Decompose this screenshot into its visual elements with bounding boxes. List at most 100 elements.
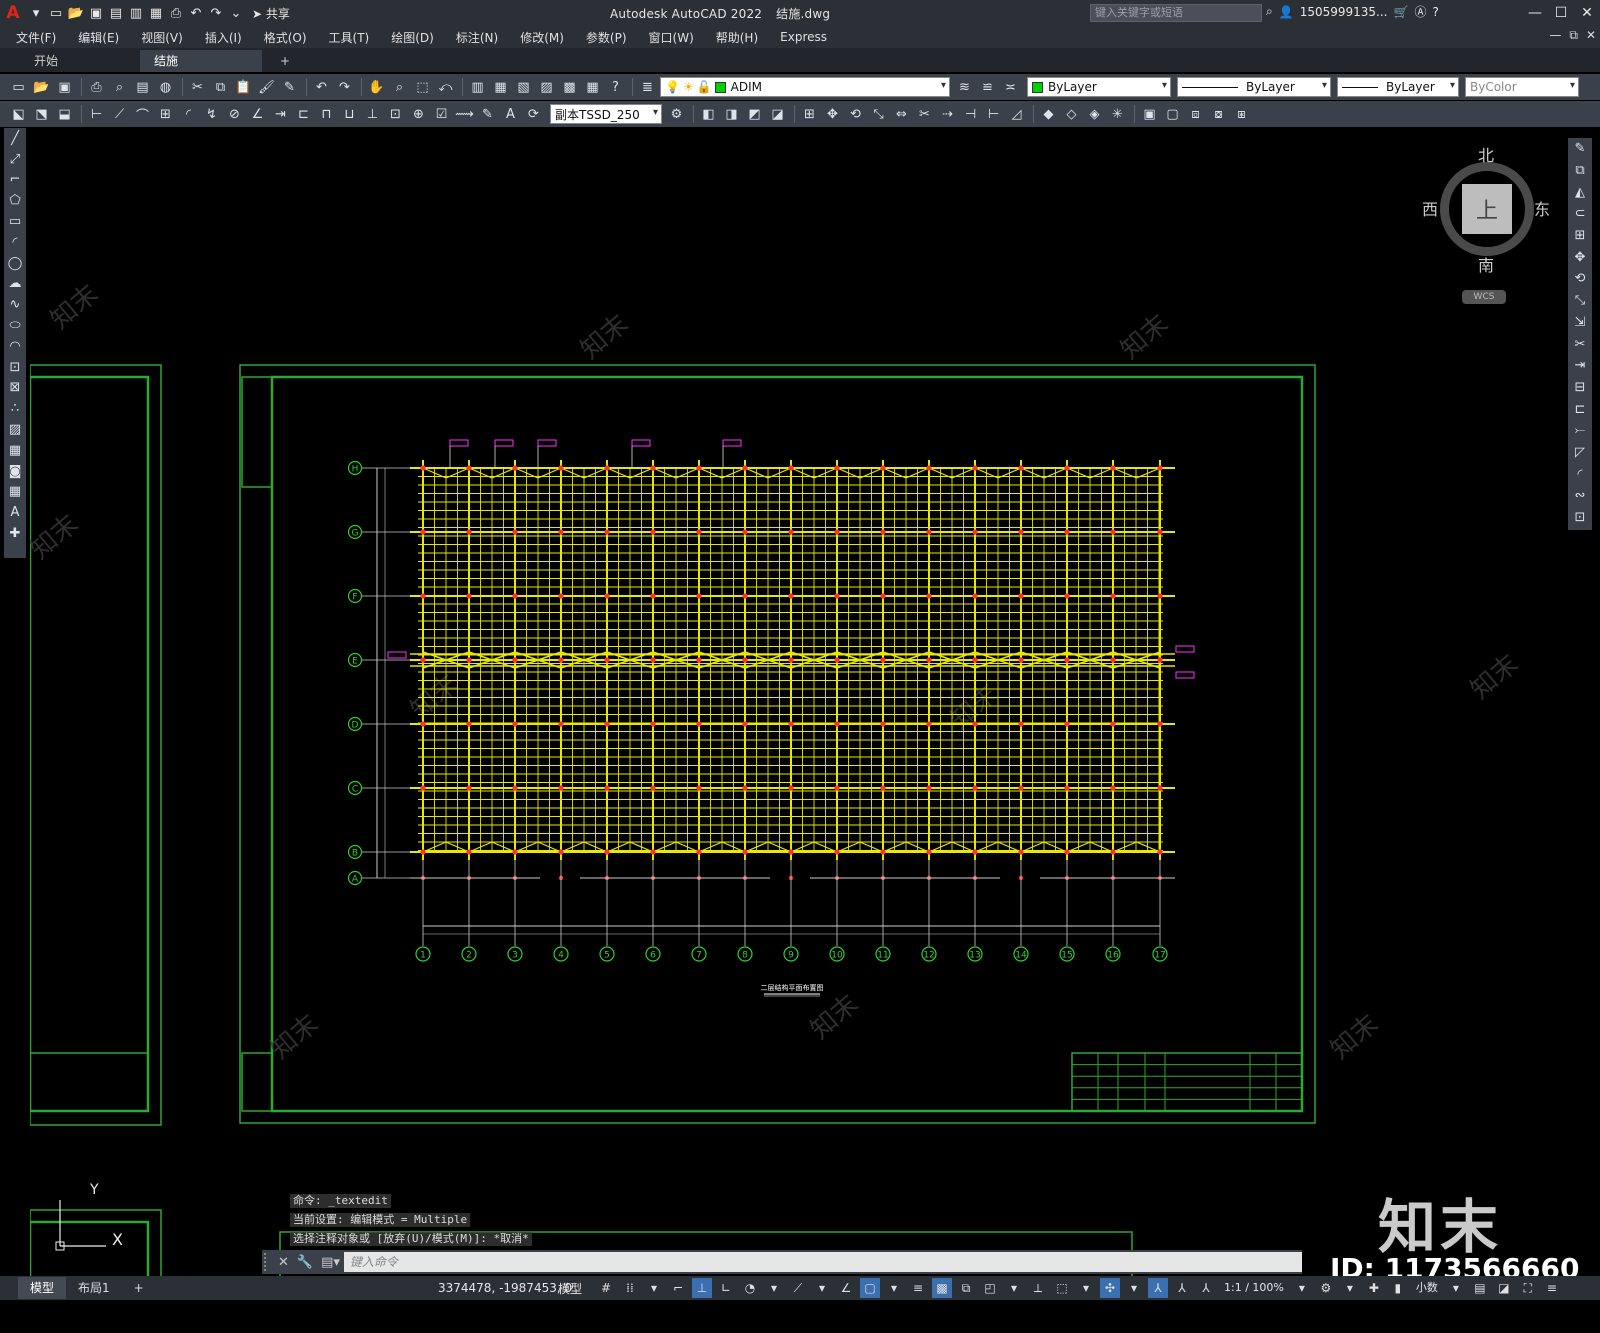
tolerance-icon[interactable]: ⊡ bbox=[385, 104, 406, 124]
offset-icon[interactable]: ◪ bbox=[767, 104, 788, 124]
zoom-window-icon[interactable]: ⬚ bbox=[412, 77, 433, 97]
share-button[interactable]: ➤ 共享 bbox=[252, 5, 290, 22]
graphics-performance-icon[interactable]: ◪ bbox=[1494, 1278, 1514, 1298]
open-file-icon[interactable]: 📂 bbox=[66, 3, 86, 23]
ortho-icon[interactable]: ∟ bbox=[716, 1278, 736, 1298]
gradient-icon[interactable]: ▦ bbox=[4, 440, 26, 461]
table-icon[interactable]: ▦ bbox=[4, 482, 26, 503]
solid-union-icon[interactable]: ◆ bbox=[1038, 104, 1059, 124]
selection-cycling-icon[interactable]: ⧉ bbox=[956, 1278, 976, 1298]
annotation-visibility-icon[interactable]: ⅄ bbox=[1148, 1278, 1168, 1298]
center-mark-icon[interactable]: ⊕ bbox=[408, 104, 429, 124]
erase-icon[interactable]: ◧ bbox=[698, 104, 719, 124]
dynamic-input-icon[interactable]: ⊥ bbox=[692, 1278, 712, 1298]
minimize-icon[interactable]: — bbox=[1522, 0, 1548, 26]
tab-start[interactable]: 开始 bbox=[20, 50, 72, 72]
hatch-back-icon[interactable]: ⧆ bbox=[1231, 104, 1252, 124]
chevron-down-icon[interactable]: ▾ bbox=[764, 1278, 784, 1298]
paste-icon[interactable]: 📋 bbox=[233, 77, 254, 97]
doc-close-icon[interactable]: ✕ bbox=[1586, 28, 1596, 43]
menu-dimension[interactable]: 标注(N) bbox=[456, 29, 498, 46]
doc-minimize-icon[interactable]: — bbox=[1549, 28, 1561, 43]
move-icon[interactable]: ✥ bbox=[822, 104, 843, 124]
autodesk-a360-icon[interactable]: Ⓐ bbox=[1414, 3, 1426, 20]
command-input[interactable]: 键入命令 bbox=[343, 1252, 1302, 1272]
draworder-icon[interactable]: ⧈ bbox=[1185, 104, 1206, 124]
line-icon[interactable]: ╱ bbox=[4, 128, 26, 149]
compass-east[interactable]: 东 bbox=[1534, 196, 1550, 220]
radius-icon[interactable]: ◜ bbox=[178, 104, 199, 124]
dim-space-icon[interactable]: ⊔ bbox=[339, 104, 360, 124]
search-icon[interactable]: ⌕ bbox=[1266, 4, 1273, 19]
help-search-input[interactable]: 键入关键字或短语 bbox=[1090, 4, 1262, 22]
dim-break-icon[interactable]: ⊥ bbox=[362, 104, 383, 124]
lineweight-dropdown[interactable]: ByLayer ▾ bbox=[1337, 77, 1459, 97]
cut-icon[interactable]: ✂ bbox=[187, 77, 208, 97]
annotation-scale-icon[interactable]: ⅄ bbox=[1196, 1278, 1216, 1298]
offset-icon[interactable]: ⊂ bbox=[1568, 203, 1592, 225]
explode-icon[interactable]: ⊡ bbox=[1568, 507, 1592, 529]
pan-icon[interactable]: ✋ bbox=[366, 77, 387, 97]
plot-icon[interactable]: ⎙ bbox=[86, 77, 107, 97]
continue-icon[interactable]: ⊓ bbox=[316, 104, 337, 124]
scale-icon[interactable]: ⤡ bbox=[868, 104, 889, 124]
solid-subtract-icon[interactable]: ◇ bbox=[1061, 104, 1082, 124]
add-layout-button[interactable]: + bbox=[122, 1277, 156, 1299]
rotate-icon[interactable]: ⟲ bbox=[845, 104, 866, 124]
chevron-down-icon[interactable]: ▾ bbox=[1446, 1278, 1466, 1298]
move-icon[interactable]: ✥ bbox=[1568, 246, 1592, 268]
ucs-world-icon[interactable]: ⬔ bbox=[31, 104, 52, 124]
chevron-down-icon[interactable]: ▾ bbox=[644, 1278, 664, 1298]
close-icon[interactable]: ✕ bbox=[1574, 0, 1600, 26]
menu-help[interactable]: 帮助(H) bbox=[716, 29, 758, 46]
group-icon[interactable]: ▣ bbox=[1139, 104, 1160, 124]
zoom-previous-icon[interactable]: ⤺ bbox=[435, 77, 456, 97]
arc-length-icon[interactable]: ⌒ bbox=[132, 104, 153, 124]
layer-properties-icon[interactable]: ≣ bbox=[637, 77, 658, 97]
break-icon[interactable]: ⊏ bbox=[1568, 398, 1592, 420]
chevron-down-icon[interactable]: ▾ bbox=[812, 1278, 832, 1298]
clean-screen-icon[interactable]: ⛶ bbox=[1518, 1278, 1538, 1298]
aligned-dim-icon[interactable]: ⟋ bbox=[109, 104, 130, 124]
multiline-text-icon[interactable]: A bbox=[4, 502, 26, 523]
spline-icon[interactable]: ∿ bbox=[4, 294, 26, 315]
diameter-icon[interactable]: ⊘ bbox=[224, 104, 245, 124]
menu-window[interactable]: 窗口(W) bbox=[649, 29, 694, 46]
wcs-menu[interactable]: WCS bbox=[1462, 290, 1506, 304]
rotate-icon[interactable]: ⟲ bbox=[1568, 268, 1592, 290]
angular-icon[interactable]: ∠ bbox=[247, 104, 268, 124]
properties-icon[interactable]: ▥ bbox=[467, 77, 488, 97]
break-icon[interactable]: ⊣ bbox=[960, 104, 981, 124]
tab-layout1[interactable]: 布局1 bbox=[66, 1277, 122, 1299]
model-space-toggle[interactable]: 模型 bbox=[558, 1280, 582, 1297]
extend-icon[interactable]: ⇥ bbox=[1568, 355, 1592, 377]
menu-insert[interactable]: 插入(I) bbox=[205, 29, 242, 46]
annotation-monitor-icon[interactable]: ✚ bbox=[1364, 1278, 1384, 1298]
infer-constraints-icon[interactable]: ⌐ bbox=[668, 1278, 688, 1298]
ucs-icon[interactable]: ⬕ bbox=[8, 104, 29, 124]
customize-menu-icon[interactable]: ≡ bbox=[1542, 1278, 1562, 1298]
fillet-icon[interactable]: ◜ bbox=[1568, 463, 1592, 485]
isodraft-icon[interactable]: ⟋ bbox=[788, 1278, 808, 1298]
annotation-scale-value[interactable]: 1:1 / 100% bbox=[1224, 1278, 1284, 1298]
doc-restore-icon[interactable]: ⧉ bbox=[1569, 28, 1578, 43]
viewcube[interactable]: 上 北 南 西 东 bbox=[1422, 146, 1550, 275]
user-icon[interactable]: 👤 bbox=[1279, 5, 1294, 19]
join-icon[interactable]: ⊢ bbox=[983, 104, 1004, 124]
user-name[interactable]: 1505999135... bbox=[1300, 5, 1388, 19]
array-icon[interactable]: ⊞ bbox=[799, 104, 820, 124]
jogged-icon[interactable]: ↯ bbox=[201, 104, 222, 124]
close-icon[interactable]: ✕ bbox=[278, 1255, 289, 1270]
ellipse-icon[interactable]: ⬭ bbox=[4, 315, 26, 336]
dim-style-dropdown[interactable]: 副本TSSD_250 ▾ bbox=[550, 104, 662, 124]
ungroup-icon[interactable]: ▢ bbox=[1162, 104, 1183, 124]
object-snap-icon[interactable]: ▢ bbox=[860, 1278, 880, 1298]
array-icon[interactable]: ⊞ bbox=[1568, 225, 1592, 247]
new-tab-button[interactable]: + bbox=[266, 50, 304, 72]
solid-intersect-icon[interactable]: ◈ bbox=[1084, 104, 1105, 124]
open-web-icon[interactable]: ▥ bbox=[126, 3, 146, 23]
model-space-canvas[interactable]: 知末知末知末知末知末知末知末知末知末知末 HGFEDCBA12345678910… bbox=[30, 128, 1566, 1300]
3d-osnap-icon[interactable]: ◰ bbox=[980, 1278, 1000, 1298]
new-icon[interactable]: ▭ bbox=[8, 77, 29, 97]
undo-icon[interactable]: ↶ bbox=[186, 3, 206, 23]
